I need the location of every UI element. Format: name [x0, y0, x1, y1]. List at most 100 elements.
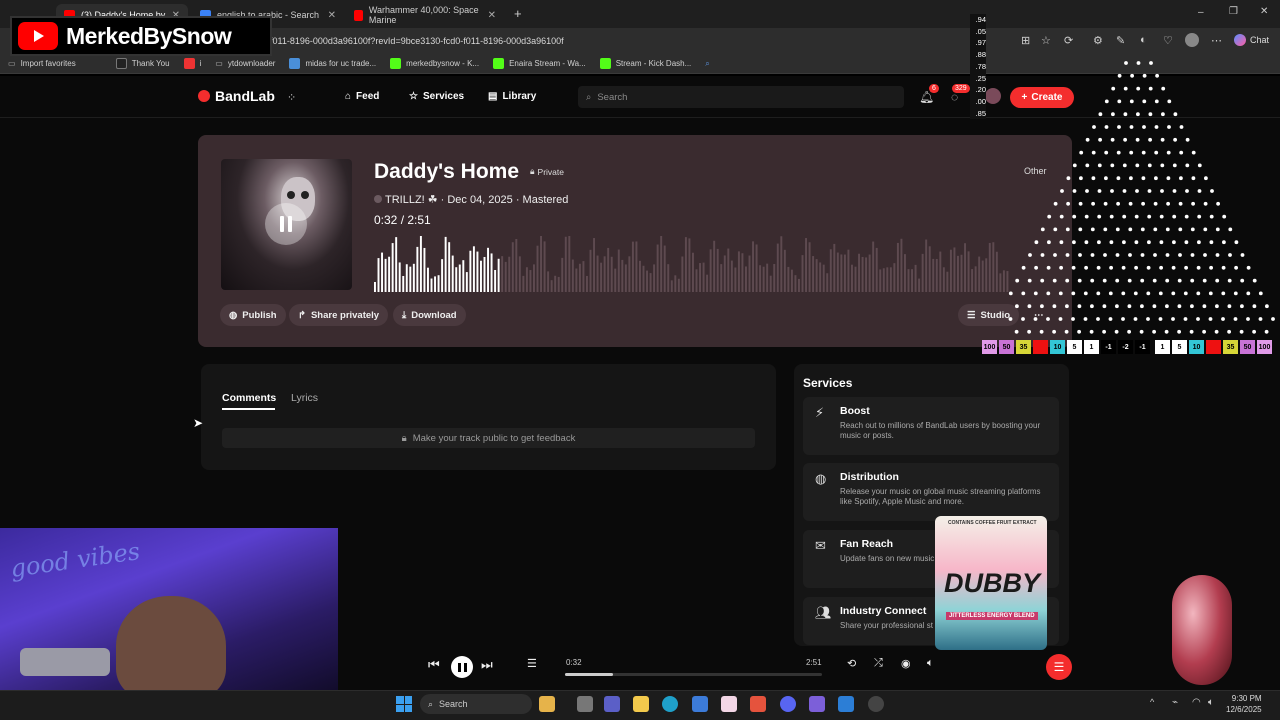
- minimize-icon[interactable]: –: [1198, 7, 1204, 18]
- waveform-bar: [766, 263, 769, 292]
- waveform[interactable]: [374, 234, 1010, 292]
- overlay-dot: [1091, 150, 1096, 155]
- overlay-dot: [1221, 291, 1226, 296]
- speaker-icon[interactable]: 🔈︎: [1208, 697, 1214, 708]
- reader-icon[interactable]: ⊞: [1021, 34, 1030, 47]
- collections-icon[interactable]: ✎: [1116, 34, 1125, 47]
- player-progress-bar[interactable]: [565, 673, 822, 676]
- overlay-dot: [1104, 176, 1108, 181]
- file-explorer-icon[interactable]: [633, 696, 649, 712]
- office-icon[interactable]: [750, 696, 766, 712]
- taskbar-search[interactable]: ⌕ Search: [420, 694, 532, 714]
- search-icon: ⌕: [428, 698, 434, 709]
- edge-icon[interactable]: [662, 696, 678, 712]
- task-view-icon[interactable]: [577, 696, 593, 712]
- bookmark-enaira[interactable]: Enaira Stream - Wa...: [493, 58, 586, 69]
- tab-comments[interactable]: Comments: [222, 392, 276, 404]
- close-tab-icon[interactable]: ✕: [328, 10, 336, 21]
- player-menu-button[interactable]: ☰: [1046, 654, 1072, 680]
- user-avatar[interactable]: [985, 88, 1001, 104]
- new-tab-icon[interactable]: +: [514, 6, 522, 21]
- download-button[interactable]: ⤓ Download: [393, 304, 466, 326]
- overlay-dot: [1142, 125, 1146, 129]
- artist-name[interactable]: TRILLZ!: [385, 194, 425, 206]
- waveform-bar: [571, 259, 574, 292]
- waveform-bar: [928, 246, 931, 292]
- star-icon[interactable]: ☆: [1041, 34, 1051, 47]
- teams-icon[interactable]: [604, 696, 620, 712]
- broadcast-icon[interactable]: ◉: [901, 657, 911, 670]
- shield-icon[interactable]: ◐: [1140, 34, 1147, 46]
- waveform-bar: [639, 260, 641, 292]
- apps-grid-icon[interactable]: ⁘: [287, 91, 296, 104]
- discord-icon[interactable]: [780, 696, 796, 712]
- publish-button[interactable]: ◍ Publish: [220, 304, 286, 326]
- app-icon[interactable]: [809, 696, 825, 712]
- overlay-dot: [1178, 227, 1183, 232]
- kick-icon: [390, 58, 402, 69]
- bookmark-merkedbysnow[interactable]: merkedbysnow - K...: [390, 58, 479, 69]
- overlay-dot: [1090, 304, 1094, 309]
- waveform-bar: [858, 253, 861, 292]
- overlay-dot: [1215, 278, 1220, 283]
- player-pause-button[interactable]: [451, 656, 473, 678]
- obs-icon[interactable]: [868, 696, 884, 712]
- overlay-dot: [1014, 329, 1019, 334]
- overlay-dot: [1109, 214, 1114, 219]
- close-window-icon[interactable]: ✕: [1260, 6, 1268, 17]
- close-tab-icon[interactable]: ✕: [488, 10, 496, 21]
- overlay-dot: [1066, 176, 1071, 181]
- bandlab-logo[interactable]: BandLab: [198, 88, 275, 104]
- overlay-dot: [1097, 189, 1102, 193]
- refresh-icon[interactable]: ⟳: [1064, 34, 1073, 47]
- next-track-icon[interactable]: ⏭︎: [481, 657, 493, 673]
- nav-services[interactable]: ☆ Services: [409, 91, 464, 102]
- tab-lyrics[interactable]: Lyrics: [291, 392, 318, 404]
- extensions-icon[interactable]: ⚙: [1093, 34, 1103, 47]
- bookmark-kick-dash[interactable]: Stream - Kick Dash...: [599, 58, 691, 69]
- wifi-icon[interactable]: ◠: [1192, 697, 1201, 708]
- profile-avatar[interactable]: [1185, 33, 1199, 47]
- queue-icon[interactable]: ☰: [527, 657, 537, 670]
- share-privately-button[interactable]: ↱ Share privately: [289, 304, 389, 326]
- repeat-icon[interactable]: ⟲: [847, 657, 856, 670]
- nav-library[interactable]: ▤ Library: [488, 91, 536, 102]
- nav-feed[interactable]: ⌂ Feed: [345, 91, 379, 102]
- waveform-bar: [582, 261, 585, 292]
- search-bookmark-icon[interactable]: ⌕: [705, 59, 709, 69]
- heart-icon[interactable]: ♡: [1163, 34, 1173, 47]
- overlay-dot: [1135, 163, 1140, 168]
- system-clock[interactable]: 9:30 PM 12/6/2025: [1226, 693, 1262, 715]
- service-distribution[interactable]: ◍ Distribution Release your music on glo…: [803, 463, 1059, 521]
- maximize-icon[interactable]: ❐: [1229, 6, 1238, 17]
- bookmark-ytdownloader[interactable]: ▭ ytdownloader: [215, 59, 275, 68]
- url-field[interactable]: f011-8196-000d3a96100f?revId=9bce3130-fc…: [262, 31, 1022, 51]
- service-boost[interactable]: ⚡︎ Boost Reach out to millions of BandLa…: [803, 397, 1059, 455]
- overlay-dot: [1135, 137, 1140, 142]
- tray-chevron-icon[interactable]: ^: [1150, 697, 1154, 707]
- overlay-dot: [1129, 150, 1134, 155]
- overlay-dot: [1178, 253, 1182, 257]
- app-icon[interactable]: [721, 696, 737, 712]
- bookmark-i[interactable]: i: [183, 58, 201, 69]
- bookmark-thank-you[interactable]: Thank You: [115, 58, 170, 69]
- volume-icon[interactable]: 🔈︎: [927, 657, 934, 670]
- weather-icon[interactable]: [539, 696, 555, 712]
- bookmark-midas[interactable]: midas for uc trade...: [289, 58, 376, 69]
- bookmark-import[interactable]: ▭ Import favorites: [8, 59, 76, 68]
- network-icon[interactable]: ⌁: [1172, 697, 1178, 708]
- store-icon[interactable]: [692, 696, 708, 712]
- player-bar: [336, 650, 1280, 684]
- previous-track-icon[interactable]: ⏮︎: [428, 657, 440, 673]
- tab-warhammer[interactable]: Warhammer 40,000: Space Marine ✕: [346, 4, 504, 26]
- app-icon[interactable]: [838, 696, 854, 712]
- cover-pause-button[interactable]: [265, 203, 307, 245]
- copilot-chat-button[interactable]: Chat: [1234, 34, 1269, 46]
- windows-start-icon[interactable]: [396, 696, 412, 712]
- more-icon[interactable]: ⋯: [1211, 34, 1222, 47]
- waveform-bar: [430, 278, 433, 292]
- shuffle-icon[interactable]: ⤮: [874, 657, 883, 670]
- overlay-dot: [1123, 112, 1128, 117]
- overlay-dot: [1115, 304, 1119, 309]
- search-input[interactable]: ⌕ Search: [578, 86, 904, 108]
